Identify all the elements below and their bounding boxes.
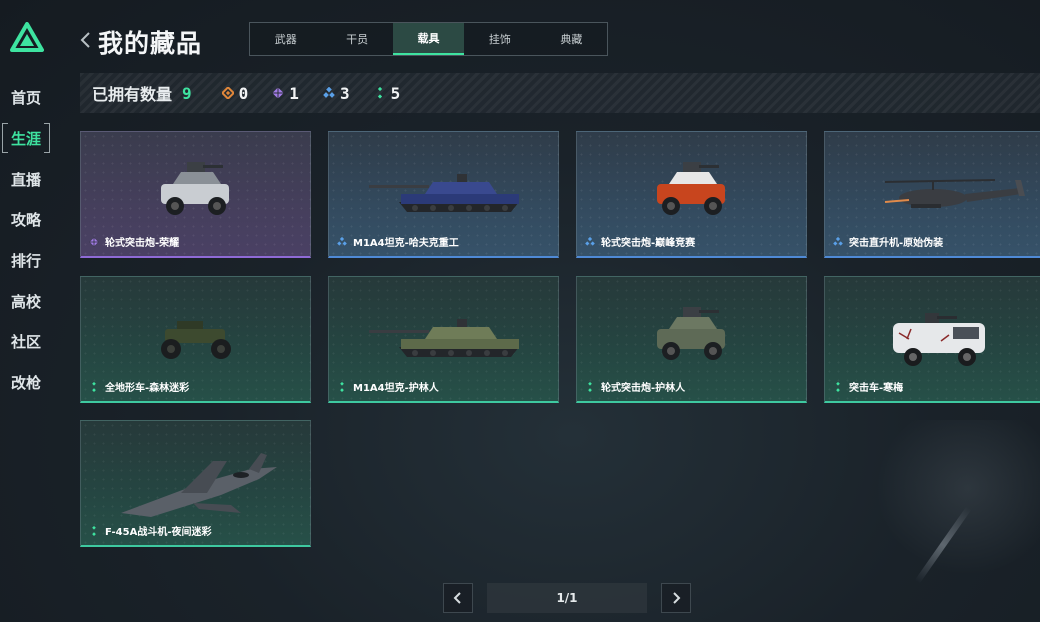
- sidebar-item-colleges[interactable]: 高校: [4, 288, 48, 314]
- tank-image: [369, 319, 519, 357]
- vehicle-name: 全地形车-森林迷彩: [105, 383, 190, 394]
- purple-rarity-icon: [89, 237, 99, 246]
- vehicle-card-label: 轮式突击炮-巅峰竞赛: [585, 234, 695, 249]
- green-rarity-icon: [588, 381, 592, 392]
- vehicle-name: 突击车-寒梅: [849, 383, 904, 394]
- wheeled-assault-gun-image: [657, 307, 725, 360]
- vehicle-card-label: 突击车-寒梅: [833, 379, 903, 394]
- vehicle-card[interactable]: M1A4坦克-哈夫克重工: [328, 131, 559, 258]
- vehicle-card[interactable]: 轮式突击炮-巅峰竞赛: [576, 131, 807, 258]
- owned-count-bar: 已拥有数量 9 0 1 3 5: [80, 73, 1040, 113]
- green-rarity-icon: [377, 87, 382, 99]
- sidebar: 首页 生涯 直播 攻略 排行 高校 社区 改枪: [0, 0, 60, 622]
- vehicle-name: 轮式突击炮-巅峰竞赛: [601, 238, 696, 249]
- owned-count-label: 已拥有数量: [92, 85, 173, 104]
- vehicle-card[interactable]: 突击直升机-原始伪装: [824, 131, 1040, 258]
- rarity-count-blue: 3: [323, 84, 350, 103]
- green-rarity-icon: [92, 381, 96, 392]
- vehicle-card[interactable]: M1A4坦克-护林人: [328, 276, 559, 403]
- tab-charms[interactable]: 挂饰: [464, 23, 535, 55]
- tab-operators[interactable]: 干员: [321, 23, 392, 55]
- purple-rarity-count: 1: [289, 83, 299, 103]
- vehicle-card-label: M1A4坦克-护林人: [337, 379, 439, 394]
- blue-rarity-icon: [833, 236, 843, 246]
- vehicle-card-label: 突击直升机-原始伪装: [833, 234, 943, 249]
- blue-rarity-icon: [585, 236, 595, 246]
- app-logo-icon: [10, 22, 44, 52]
- owned-total-count: 9: [182, 83, 192, 103]
- blue-rarity-icon: [323, 87, 335, 98]
- rarity-count-green: 5: [374, 83, 401, 103]
- next-page-button[interactable]: [661, 583, 691, 613]
- tab-weapons[interactable]: 武器: [250, 23, 321, 55]
- tank-image: [369, 174, 519, 212]
- vehicle-card-label: 轮式突击炮-荣耀: [89, 234, 179, 249]
- sidebar-item-community[interactable]: 社区: [4, 328, 48, 354]
- vehicle-name: F-45A战斗机-夜间迷彩: [105, 527, 212, 538]
- vehicle-name: M1A4坦克-哈夫克重工: [353, 238, 459, 249]
- vehicle-card[interactable]: 轮式突击炮-护林人: [576, 276, 807, 403]
- green-rarity-icon: [92, 525, 96, 536]
- vehicle-card[interactable]: F-45A战斗机-夜间迷彩: [80, 420, 311, 547]
- vehicle-card[interactable]: 突击车-寒梅: [824, 276, 1040, 403]
- rarity-count-purple: 1: [272, 84, 299, 103]
- background-streak: [914, 506, 972, 584]
- vehicle-name: 轮式突击炮-荣耀: [105, 238, 180, 249]
- wheeled-assault-gun-image: [657, 162, 725, 215]
- helicopter-image: [884, 179, 1025, 208]
- sidebar-item-gunsmith[interactable]: 改枪: [4, 369, 48, 395]
- vehicle-card-label: 全地形车-森林迷彩: [89, 379, 189, 394]
- vehicle-card-label: 轮式突击炮-护林人: [585, 379, 685, 394]
- back-arrow-icon[interactable]: [78, 30, 94, 50]
- blue-rarity-count: 3: [339, 83, 350, 103]
- green-rarity-icon: [836, 381, 840, 392]
- sidebar-item-home[interactable]: 首页: [4, 84, 48, 110]
- sidebar-item-career[interactable]: 生涯: [2, 123, 50, 153]
- vehicle-name: 突击直升机-原始伪装: [849, 238, 944, 249]
- tab-collection[interactable]: 典藏: [536, 23, 607, 55]
- green-rarity-icon: [340, 381, 344, 392]
- tab-vehicles[interactable]: 载具: [392, 23, 465, 55]
- vehicle-card-label: M1A4坦克-哈夫克重工: [337, 234, 459, 249]
- background-glow: [860, 420, 1040, 590]
- green-rarity-count: 5: [390, 83, 401, 103]
- orange-rarity-icon: [221, 87, 234, 99]
- category-tabs: 武器 干员 载具 挂饰 典藏: [249, 22, 608, 56]
- chevron-left-icon: [453, 592, 461, 604]
- purple-rarity-icon: [272, 87, 284, 99]
- rarity-count-orange: 0: [221, 83, 249, 103]
- armored-car-image: [893, 313, 985, 366]
- sidebar-item-guides[interactable]: 攻略: [4, 206, 48, 232]
- blue-rarity-icon: [337, 236, 347, 246]
- page-indicator: 1/1: [487, 583, 647, 613]
- vehicle-card[interactable]: 轮式突击炮-荣耀: [80, 131, 311, 258]
- orange-rarity-count: 0: [238, 83, 249, 103]
- atv-image: [161, 321, 231, 359]
- vehicle-name: 轮式突击炮-护林人: [601, 383, 686, 394]
- fighter-jet-image: [121, 453, 277, 517]
- previous-page-button[interactable]: [443, 583, 473, 613]
- sidebar-item-live[interactable]: 直播: [4, 166, 48, 192]
- vehicle-card[interactable]: 全地形车-森林迷彩: [80, 276, 311, 403]
- vehicle-card-label: F-45A战斗机-夜间迷彩: [89, 523, 211, 538]
- wheeled-assault-gun-image: [161, 162, 229, 215]
- sidebar-item-rankings[interactable]: 排行: [4, 247, 48, 273]
- page-title: 我的藏品: [98, 29, 203, 58]
- chevron-right-icon: [673, 592, 681, 604]
- vehicle-name: M1A4坦克-护林人: [353, 383, 439, 394]
